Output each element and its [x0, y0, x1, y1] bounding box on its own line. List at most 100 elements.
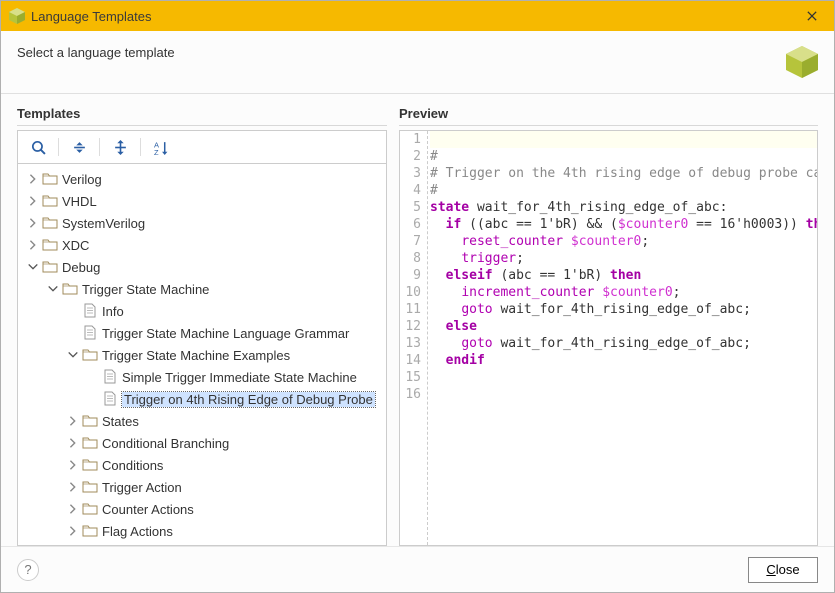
collapse-all-icon — [72, 140, 87, 155]
separator — [140, 138, 141, 156]
window-close-button[interactable] — [798, 5, 826, 27]
sort-button[interactable] — [147, 135, 175, 159]
search-button[interactable] — [24, 135, 52, 159]
code-line: state wait_for_4th_rising_edge_of_abc: — [430, 199, 817, 216]
code-line: endif — [430, 352, 817, 369]
templates-toolbar — [17, 130, 387, 164]
code-scroll[interactable]: ## Trigger on the 4th rising edge of deb… — [400, 131, 817, 545]
chevron-right-icon[interactable] — [66, 502, 80, 516]
chevron-right-icon[interactable] — [66, 458, 80, 472]
folder-icon — [42, 259, 58, 275]
tree-item-label: Trigger on 4th Rising Edge of Debug Prob… — [122, 392, 375, 407]
tree-item-label: Debug — [62, 260, 100, 275]
folder-icon — [42, 171, 58, 187]
folder-icon — [82, 413, 98, 429]
chevron-right-icon[interactable] — [26, 238, 40, 252]
prompt-text: Select a language template — [17, 45, 175, 60]
tree-item-rising4[interactable]: Trigger on 4th Rising Edge of Debug Prob… — [18, 388, 386, 410]
tree-item-verilog[interactable]: Verilog — [18, 168, 386, 190]
code-viewer: 12345678910111213141516 ## Trigger on th… — [399, 130, 818, 546]
code-line: elseif (abc == 1'bR) then — [430, 267, 817, 284]
tree-twisty-none — [86, 370, 100, 384]
tree-item-info[interactable]: Info — [18, 300, 386, 322]
templates-header: Templates — [17, 106, 387, 126]
tree-item-states[interactable]: States — [18, 410, 386, 432]
tree-item-xdc[interactable]: XDC — [18, 234, 386, 256]
sort-az-icon — [154, 140, 169, 155]
tree-item-label: Flag Actions — [102, 524, 173, 539]
tree-item-label: Conditions — [102, 458, 163, 473]
folder-icon — [82, 347, 98, 363]
help-button[interactable]: ? — [17, 559, 39, 581]
tree-item-conds[interactable]: Conditions — [18, 454, 386, 476]
tree-item-condbr[interactable]: Conditional Branching — [18, 432, 386, 454]
chevron-right-icon[interactable] — [66, 480, 80, 494]
search-icon — [31, 140, 46, 155]
folder-icon — [42, 237, 58, 253]
code-line: # — [430, 148, 817, 165]
separator — [58, 138, 59, 156]
expand-all-button[interactable] — [106, 135, 134, 159]
close-button-rest: lose — [776, 562, 800, 577]
close-button-mnemonic: C — [766, 562, 775, 577]
tree-item-label: States — [102, 414, 139, 429]
close-icon — [806, 10, 818, 22]
code-line: # — [430, 182, 817, 199]
tree-item-simple[interactable]: Simple Trigger Immediate State Machine — [18, 366, 386, 388]
tree-item-vhdl[interactable]: VHDL — [18, 190, 386, 212]
code-line: increment_counter $counter0; — [430, 284, 817, 301]
chevron-right-icon[interactable] — [66, 524, 80, 538]
main-split: Templates Veril — [1, 94, 834, 546]
code-line: trigger; — [430, 250, 817, 267]
dialog-window: Language Templates Select a language tem… — [0, 0, 835, 593]
tree-item-label: XDC — [62, 238, 89, 253]
tree-twisty-none — [86, 392, 100, 406]
tree-item-label: Conditional Branching — [102, 436, 229, 451]
code-line — [430, 131, 817, 148]
tree-item-tsm[interactable]: Trigger State Machine — [18, 278, 386, 300]
tree-item-trigact[interactable]: Trigger Action — [18, 476, 386, 498]
chevron-right-icon[interactable] — [26, 216, 40, 230]
tree-item-label: Trigger State Machine Language Grammar — [102, 326, 349, 341]
folder-icon — [62, 281, 78, 297]
prompt-area: Select a language template — [1, 31, 834, 94]
tree-item-label: Trigger Action — [102, 480, 182, 495]
separator — [99, 138, 100, 156]
code-line: # Trigger on the 4th rising edge of debu… — [430, 165, 817, 182]
collapse-all-button[interactable] — [65, 135, 93, 159]
folder-icon — [82, 523, 98, 539]
tree-item-label: Trigger State Machine Examples — [102, 348, 290, 363]
chevron-down-icon[interactable] — [66, 348, 80, 362]
preview-pane: Preview 12345678910111213141516 ## Trigg… — [399, 106, 818, 546]
chevron-right-icon[interactable] — [26, 172, 40, 186]
templates-pane: Templates Veril — [17, 106, 387, 546]
tree-item-label: Counter Actions — [102, 502, 194, 517]
tree-item-systemverilog[interactable]: SystemVerilog — [18, 212, 386, 234]
tree-item-label: Simple Trigger Immediate State Machine — [122, 370, 357, 385]
code-line: reset_counter $counter0; — [430, 233, 817, 250]
tree-item-cntact[interactable]: Counter Actions — [18, 498, 386, 520]
tree-item-grammar[interactable]: Trigger State Machine Language Grammar — [18, 322, 386, 344]
tree-item-label: SystemVerilog — [62, 216, 145, 231]
chevron-down-icon[interactable] — [26, 260, 40, 274]
close-button[interactable]: Close — [748, 557, 818, 583]
code-line: goto wait_for_4th_rising_edge_of_abc; — [430, 335, 817, 352]
bottom-bar: ? Close — [1, 546, 834, 592]
tree-item-flagact[interactable]: Flag Actions — [18, 520, 386, 542]
title-bar[interactable]: Language Templates — [1, 1, 834, 31]
brand-logo-icon — [786, 46, 818, 78]
tree-twisty-none — [66, 326, 80, 340]
chevron-right-icon[interactable] — [26, 194, 40, 208]
code-line: else — [430, 318, 817, 335]
document-icon — [82, 325, 98, 341]
tree-item-label: Trigger State Machine — [82, 282, 209, 297]
chevron-down-icon[interactable] — [46, 282, 60, 296]
templates-tree-scroll[interactable]: VerilogVHDL SystemVerilog XDC Debug Trigger … — [18, 164, 386, 545]
code-line — [430, 369, 817, 386]
tree-item-examples[interactable]: Trigger State Machine Examples — [18, 344, 386, 366]
folder-icon — [42, 193, 58, 209]
tree-item-debug[interactable]: Debug — [18, 256, 386, 278]
chevron-right-icon[interactable] — [66, 436, 80, 450]
chevron-right-icon[interactable] — [66, 414, 80, 428]
window-title: Language Templates — [31, 9, 798, 24]
